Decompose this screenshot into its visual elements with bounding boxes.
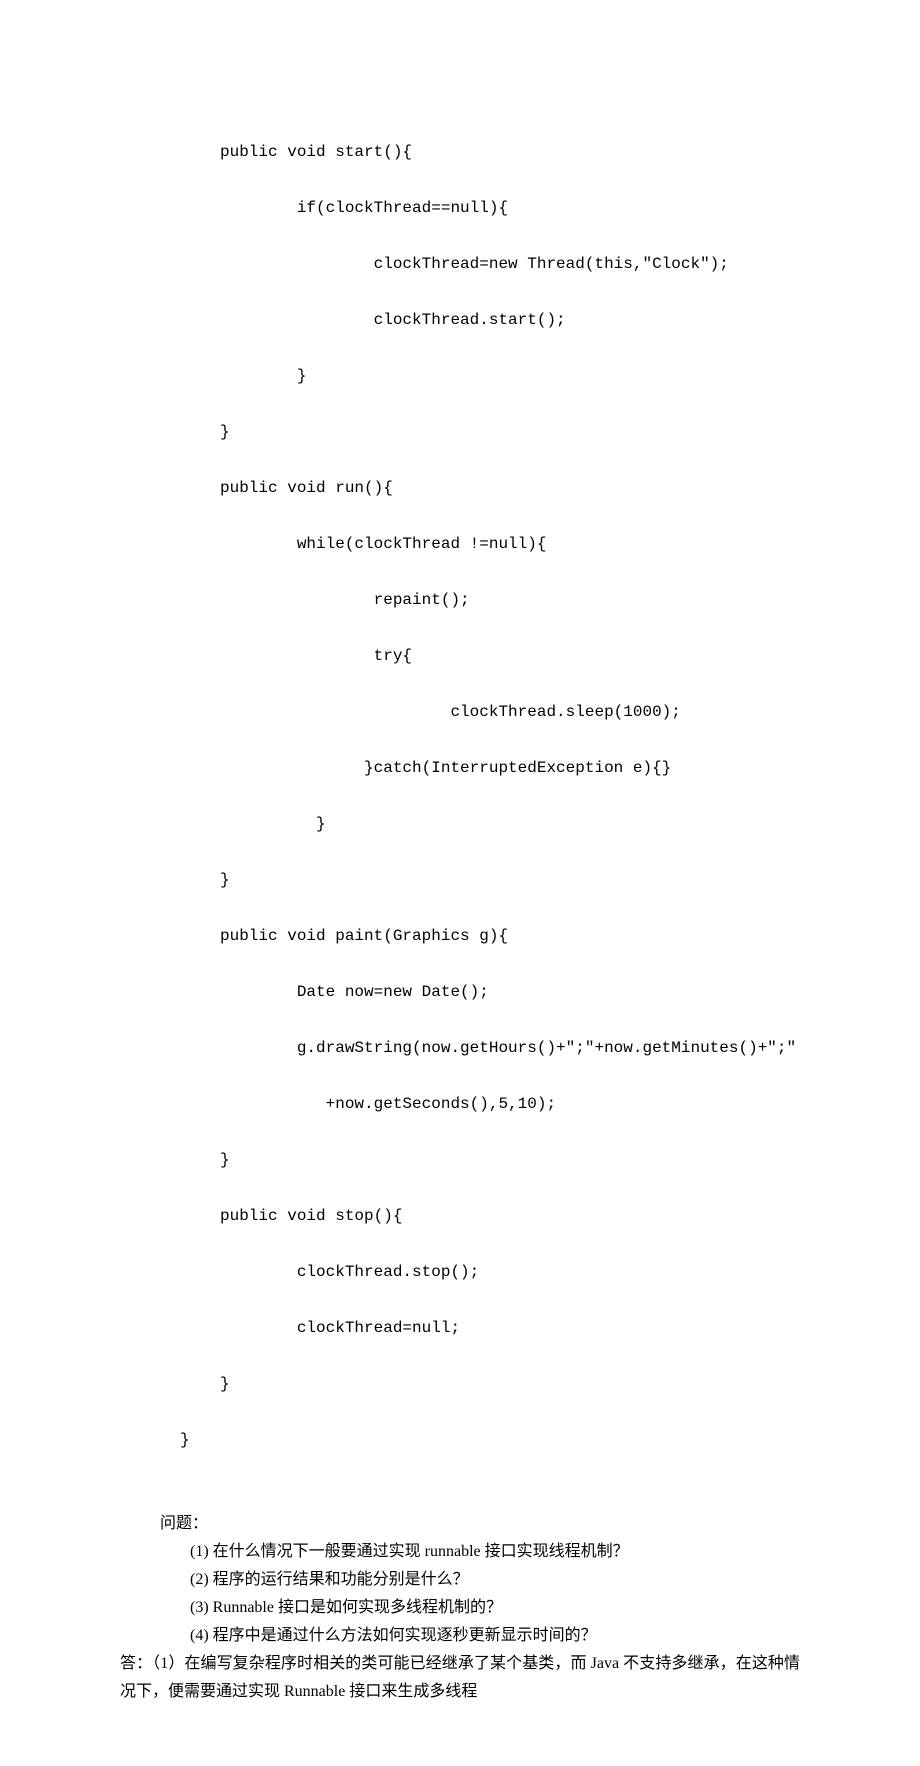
- code-line: Date now=new Date();: [220, 978, 800, 1006]
- code-line: }: [220, 810, 800, 838]
- code-line: public void start(){: [220, 138, 800, 166]
- question-2: (2) 程序的运行结果和功能分别是什么？: [190, 1566, 800, 1594]
- code-line: clockThread.stop();: [220, 1258, 800, 1286]
- questions-heading: 问题：: [160, 1510, 800, 1538]
- code-line: }: [220, 1146, 800, 1174]
- answer-text: 答：（1）在编写复杂程序时相关的类可能已经继承了某个基类，而 Java 不支持多…: [120, 1650, 800, 1706]
- document-page: public void start(){ if(clockThread==nul…: [0, 0, 920, 1766]
- code-line: clockThread.start();: [220, 306, 800, 334]
- code-line: +now.getSeconds(),5,10);: [220, 1090, 800, 1118]
- code-block: public void start(){ if(clockThread==nul…: [220, 110, 800, 1510]
- question-1: (1) 在什么情况下一般要通过实现 runnable 接口实现线程机制？: [190, 1538, 800, 1566]
- code-line: }: [220, 418, 800, 446]
- code-line: public void run(){: [220, 474, 800, 502]
- code-line: clockThread.sleep(1000);: [220, 698, 800, 726]
- code-line: clockThread=new Thread(this,"Clock");: [220, 250, 800, 278]
- question-3: (3) Runnable 接口是如何实现多线程机制的？: [190, 1594, 800, 1622]
- code-line: public void stop(){: [220, 1202, 800, 1230]
- code-line: g.drawString(now.getHours()+";"+now.getM…: [220, 1034, 800, 1062]
- question-4: (4) 程序中是通过什么方法如何实现逐秒更新显示时间的？: [190, 1622, 800, 1650]
- code-line: clockThread=null;: [220, 1314, 800, 1342]
- code-line: while(clockThread !=null){: [220, 530, 800, 558]
- code-line: }: [180, 1426, 800, 1454]
- code-line: repaint();: [220, 586, 800, 614]
- code-line: if(clockThread==null){: [220, 194, 800, 222]
- code-line: }catch(InterruptedException e){}: [220, 754, 800, 782]
- code-line: }: [220, 1370, 800, 1398]
- code-line: public void paint(Graphics g){: [220, 922, 800, 950]
- code-line: try{: [220, 642, 800, 670]
- code-line: }: [220, 362, 800, 390]
- code-line: }: [220, 866, 800, 894]
